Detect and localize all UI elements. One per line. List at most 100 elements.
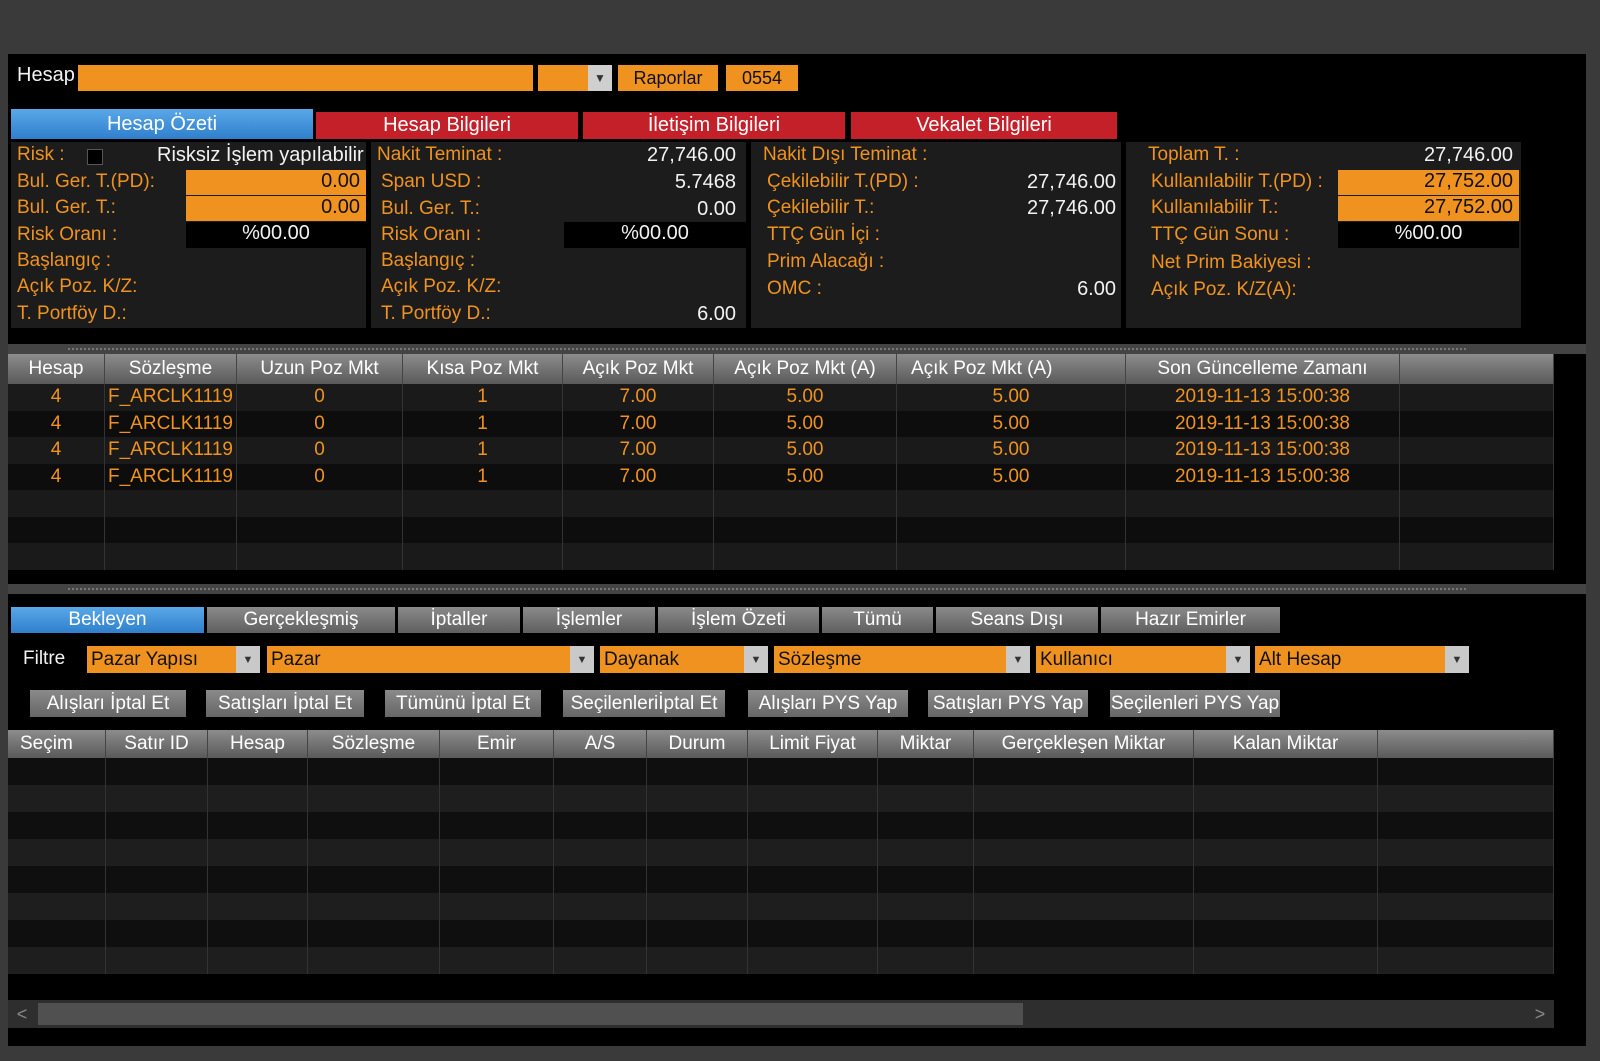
col-header[interactable]: Kısa Poz Mkt [403,354,563,384]
table-cell [1378,839,1554,866]
tab-bekleyen[interactable]: Bekleyen [11,607,204,633]
splitter-bottom[interactable] [8,584,1586,594]
kullanilabilir-value: 27,752.00 [1338,196,1519,221]
col-header[interactable]: Açık Poz Mkt (A) [897,354,1126,384]
hesap-input[interactable] [78,65,533,91]
table-cell [748,785,878,812]
scrollbar-thumb[interactable] [38,1003,1023,1025]
pys-selected-button[interactable]: Seçilenleri PYS Yap [1110,690,1280,717]
tab-gerceklesmis[interactable]: Gerçekleşmiş [207,607,395,633]
filter-alt-hesap[interactable]: Alt Hesap ▼ [1255,646,1469,673]
table-cell [748,893,878,920]
tab-hesap-bilgileri[interactable]: Hesap Bilgileri [316,112,578,139]
tab-islem-ozeti[interactable]: İşlem Özeti [658,607,819,633]
table-cell: 2019-11-13 15:00:38 [1126,437,1400,464]
table-cell: 5.00 [714,437,897,464]
hesap-sub-select[interactable] [538,65,588,91]
scroll-left-icon[interactable]: < [8,1000,36,1028]
tab-hazir-emirler[interactable]: Hazır Emirler [1101,607,1280,633]
table-row[interactable]: 4 F_ARCLK1119 0 1 7.00 5.00 5.00 2019-11-13 15:… [8,463,1554,490]
table-cell [105,516,237,543]
table-cell [878,893,974,920]
table-cell [1194,785,1378,812]
risk-checkbox[interactable] [87,149,103,165]
table-cell [878,866,974,893]
table-cell: 5.00 [714,384,897,411]
table-cell [308,866,440,893]
raporlar-button[interactable]: Raporlar [618,65,718,91]
table-cell [1126,543,1400,570]
table-cell [440,893,554,920]
table-cell [1194,947,1378,974]
col-header[interactable]: Sözleşme [105,354,237,384]
table-row[interactable]: 4 F_ARCLK1119 0 1 7.00 5.00 5.00 2019-11-13 15:… [8,410,1554,437]
col-header[interactable]: A/S [554,730,647,758]
toplam-label: Toplam T. : [1148,144,1240,165]
col-header[interactable]: Gerçekleşen Miktar [974,730,1194,758]
nakit-teminat-value: 27,746.00 [647,144,736,166]
table-cell [308,920,440,947]
table-cell: 2019-11-13 15:00:38 [1126,463,1400,490]
col-header[interactable]: Emir [440,730,554,758]
bul-ger-pd-value: 0.00 [186,170,366,195]
table-cell: 4 [8,437,105,464]
col-header[interactable]: Satır ID [106,730,208,758]
table-cell: F_ARCLK1119 [105,410,237,437]
filter-value: Pazar Yapısı [91,648,199,670]
cancel-selected-button[interactable]: Seçilenleriİptal Et [563,690,725,717]
col-header[interactable]: Seçim [8,730,106,758]
col-header[interactable]: Durum [647,730,748,758]
col-header[interactable]: Sözleşme [308,730,440,758]
tab-vekalet-bilgileri[interactable]: Vekalet Bilgileri [851,112,1117,139]
col-header[interactable]: Kalan Miktar [1194,730,1378,758]
col-header[interactable]: Hesap [208,730,308,758]
cancel-sells-button[interactable]: Satışları İptal Et [206,690,364,717]
table-cell [878,812,974,839]
table-cell [748,758,878,785]
col-header[interactable]: Son Güncelleme Zamanı [1126,354,1400,384]
prim-alacagi-label: Prim Alacağı : [767,251,885,272]
table-cell: 4 [8,463,105,490]
tab-islemler[interactable]: İşlemler [523,607,655,633]
splitter-top[interactable] [8,344,1586,354]
col-header-empty [1378,730,1554,758]
tab-hesap-ozeti[interactable]: Hesap Özeti [11,109,313,139]
filter-pazar-yapisi[interactable]: Pazar Yapısı ▼ [87,646,260,673]
table-cell [748,812,878,839]
tab-iptaller[interactable]: İptaller [398,607,520,633]
pys-buys-button[interactable]: Alışları PYS Yap [748,690,908,717]
table-row[interactable]: 4 F_ARCLK1119 0 1 7.00 5.00 5.00 2019-11-13 15:… [8,384,1554,411]
filter-sozlesme[interactable]: Sözleşme ▼ [774,646,1030,673]
kullanilabilir-pd-value: 27,752.00 [1338,170,1519,195]
tab-seans-disi[interactable]: Seans Dışı [936,607,1098,633]
col-header[interactable]: Açık Poz Mkt (A) [714,354,897,384]
filter-dayanak[interactable]: Dayanak ▼ [600,646,768,673]
table-cell [897,516,1126,543]
col-header[interactable]: Uzun Poz Mkt [237,354,403,384]
filter-value: Kullanıcı [1040,648,1113,670]
table-cell [563,516,714,543]
table-cell [308,785,440,812]
scroll-right-icon[interactable]: > [1526,1000,1554,1028]
table-cell [106,866,208,893]
col-header[interactable]: Limit Fiyat [748,730,878,758]
table-cell: 0 [237,410,403,437]
table-cell [106,812,208,839]
col-header[interactable]: Hesap [8,354,105,384]
hesap-dropdown-arrow[interactable]: ▼ [588,65,612,91]
table-cell: 7.00 [563,437,714,464]
table-cell: 5.00 [714,463,897,490]
table-row[interactable]: 4 F_ARCLK1119 0 1 7.00 5.00 5.00 2019-11-13 15:… [8,437,1554,464]
cancel-buys-button[interactable]: Alışları İptal Et [30,690,186,717]
filter-value: Sözleşme [778,648,862,670]
horizontal-scrollbar[interactable]: < > [8,1000,1554,1028]
account-code-field[interactable]: 0554 [726,65,798,91]
pys-sells-button[interactable]: Satışları PYS Yap [928,690,1088,717]
tab-iletisim-bilgileri[interactable]: İletişim Bilgileri [583,112,845,139]
filter-kullanici[interactable]: Kullanıcı ▼ [1036,646,1250,673]
tab-tumu[interactable]: Tümü [822,607,933,633]
filter-pazar[interactable]: Pazar ▼ [267,646,594,673]
col-header[interactable]: Açık Poz Mkt [563,354,714,384]
cancel-all-button[interactable]: Tümünü İptal Et [385,690,541,717]
col-header[interactable]: Miktar [878,730,974,758]
